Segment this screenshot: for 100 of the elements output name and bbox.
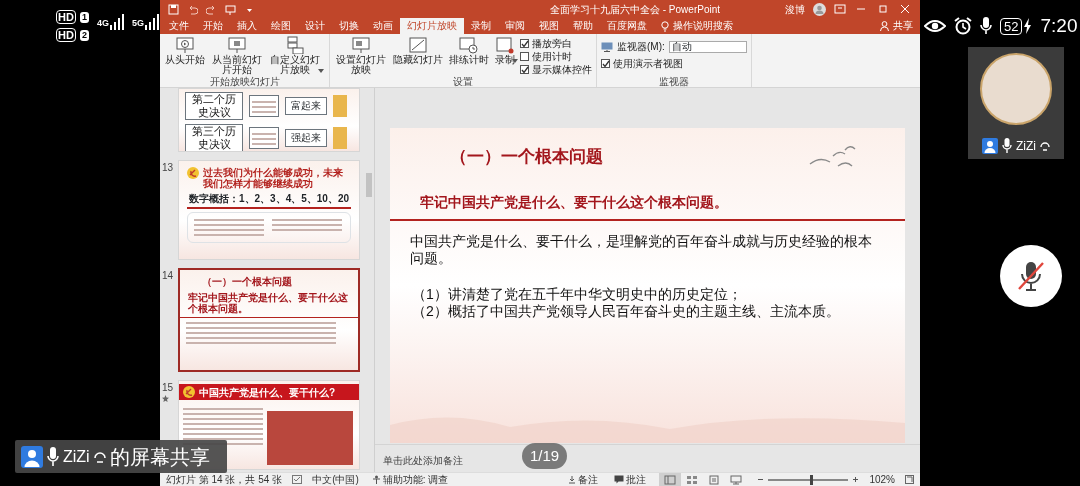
- book-cover-placeholder: [333, 127, 347, 149]
- ribbon-button[interactable]: 从头开始: [164, 36, 206, 65]
- monitor-select[interactable]: 自动: [668, 40, 747, 53]
- slide-title: （一）一个根本问题: [201, 276, 293, 287]
- ribbon-checkbox[interactable]: 使用计时: [520, 51, 592, 62]
- ribbon-group-label: 监视器: [657, 76, 690, 87]
- lightbulb-icon: [661, 20, 669, 32]
- slide-number: 15: [162, 381, 175, 395]
- person-icon: [982, 137, 998, 154]
- redo-icon[interactable]: [206, 3, 217, 15]
- slide-paragraph: 中国共产党是什么、要干什么，是理解党的百年奋斗成就与历史经验的根本问题。: [409, 231, 873, 268]
- animation-star-icon: [162, 395, 169, 402]
- slide-subtitle: 数字概括：1、2、3、4、5、10、20: [187, 193, 351, 204]
- view-mode-icon: [664, 474, 677, 485]
- ribbon-tab[interactable]: 文件: [162, 18, 196, 34]
- tell-me-search[interactable]: 操作说明搜索: [654, 18, 740, 34]
- ribbon-tab[interactable]: 录制: [464, 18, 498, 34]
- microphone-icon: [1002, 138, 1012, 153]
- ribbon-button[interactable]: 排练计时: [448, 36, 490, 65]
- scrollbar-thumb[interactable]: [366, 173, 372, 197]
- ribbon-button[interactable]: 隐藏幻灯片: [392, 36, 444, 65]
- signal-bars-icon: [109, 14, 124, 30]
- slide-subtitle: 牢记中国共产党是什么、要干什么这个根本问题。: [187, 291, 349, 314]
- page-counter: 1/19: [522, 443, 568, 469]
- field-label: 监视器(M):: [617, 40, 665, 54]
- zoom-level-label[interactable]: 102%: [869, 472, 895, 486]
- text-lines-drawing: [249, 127, 279, 149]
- ribbon-tab[interactable]: 插入: [230, 18, 264, 34]
- view-mode-icon: [708, 474, 721, 485]
- ribbon-button[interactable]: 从当前幻灯片开始: [210, 36, 264, 75]
- slide-title: （一）一个根本问题: [450, 146, 603, 168]
- undo-icon[interactable]: [187, 3, 198, 15]
- party-emblem-icon: [183, 386, 195, 398]
- user-avatar-icon: [813, 2, 826, 16]
- checkmark-icon: [601, 59, 610, 68]
- ribbon-button[interactable]: 自定义幻灯片放映: [268, 36, 322, 75]
- ribbon-group-label: 设置: [452, 76, 474, 87]
- view-button[interactable]: [659, 473, 682, 486]
- ribbon-tab[interactable]: 审阅: [498, 18, 532, 34]
- save-icon[interactable]: [168, 3, 179, 15]
- ribbon-tab[interactable]: 视图: [532, 18, 566, 34]
- restore-icon[interactable]: [876, 4, 890, 14]
- slide-title: 过去我们为什么能够成功，未来我们怎样才能够继续成功: [203, 167, 344, 189]
- ribbon-tab[interactable]: 设计: [298, 18, 332, 34]
- close-icon[interactable]: [898, 4, 912, 14]
- sim-slot-badge: 1: [79, 11, 89, 23]
- person-icon: [21, 445, 43, 468]
- slide-number: 13: [162, 161, 175, 175]
- sim-label: HD: [56, 28, 76, 42]
- ribbon-tab[interactable]: 绘图: [264, 18, 298, 34]
- view-mode-icon: [686, 474, 699, 485]
- share-button[interactable]: 共享: [873, 18, 920, 34]
- wave-symbol-icon: [93, 450, 106, 463]
- slideshow-icon[interactable]: [225, 3, 236, 15]
- slide-thumbnail[interactable]: （一）一个根本问题 牢记中国共产党是什么、要干什么这个根本问题。: [178, 268, 360, 372]
- history-label: 第三个历史决议: [185, 124, 243, 151]
- spellcheck-icon[interactable]: [292, 475, 303, 484]
- ribbon-tab[interactable]: 百度网盘: [600, 18, 654, 34]
- ribbon-tab[interactable]: 幻灯片放映: [400, 18, 464, 34]
- ribbon-tab[interactable]: 切换: [332, 18, 366, 34]
- zoom-in-icon[interactable]: [852, 476, 860, 483]
- view-mode-icon: [730, 474, 743, 485]
- zoom-out-icon[interactable]: [757, 476, 765, 483]
- ribbon-button[interactable]: 设置幻灯片放映: [334, 36, 388, 75]
- ribbon-tab[interactable]: 开始: [196, 18, 230, 34]
- language-label: 中文(中国): [312, 473, 359, 486]
- ribbon-checkbox[interactable]: 使用演示者视图: [601, 58, 747, 69]
- slide-count-label: 幻灯片 第 14 张，共 54 张: [166, 473, 283, 486]
- ribbon-tab[interactable]: 动画: [366, 18, 400, 34]
- ribbon-group-label: 开始放映幻灯片: [208, 76, 281, 87]
- ribbon-checkbox[interactable]: 播放旁白: [520, 38, 592, 49]
- network-type-label: 5G: [131, 16, 144, 30]
- sim-label: HD: [56, 10, 76, 24]
- ribbon-checkbox[interactable]: 显示媒体控件: [520, 64, 592, 75]
- slide-bullet: （2）概括了中国共产党领导人民百年奋斗史的主题主线、主流本质。: [412, 303, 841, 321]
- notes-icon: [568, 475, 577, 484]
- ribbon-display-icon[interactable]: [834, 4, 846, 14]
- comments-button[interactable]: 批注: [611, 473, 650, 486]
- accessibility-icon: [371, 475, 381, 484]
- ribbon-button[interactable]: 录制: [494, 36, 516, 65]
- status-time: 7:20: [1040, 14, 1078, 38]
- muted-microphone-icon: [1016, 259, 1046, 292]
- slide-number: 14: [162, 269, 175, 283]
- notes-button[interactable]: 备注: [565, 473, 602, 486]
- eye-icon: [924, 19, 946, 34]
- text-lines-drawing: [249, 95, 279, 117]
- slide-bullet: （1）讲清楚了党在五千年中华文明史中的历史定位；: [412, 285, 743, 303]
- slide-thumbnail[interactable]: 第二个历史决议 富起来 第三个历史决议 强起来: [178, 88, 360, 152]
- checkmark-icon: [520, 65, 529, 74]
- ribbon-tab[interactable]: 帮助: [566, 18, 600, 34]
- accessibility-button[interactable]: 辅助功能: 调查: [368, 473, 452, 486]
- notes-placeholder[interactable]: 单击此处添加备注: [383, 453, 463, 468]
- comment-icon: [614, 475, 625, 484]
- fit-to-window-icon[interactable]: [905, 475, 914, 484]
- zoom-slider-thumb[interactable]: [810, 474, 813, 485]
- slide-title: 中国共产党是什么、要干什么?: [199, 386, 336, 398]
- alarm-icon: [954, 17, 972, 36]
- microphone-icon: [47, 446, 59, 467]
- slide-thumbnail[interactable]: 过去我们为什么能够成功，未来我们怎样才能够继续成功 数字概括：1、2、3、4、5、10、20: [178, 160, 360, 260]
- slide-subtitle: 牢记中国共产党是什么、要干什么这个根本问题。: [419, 192, 729, 212]
